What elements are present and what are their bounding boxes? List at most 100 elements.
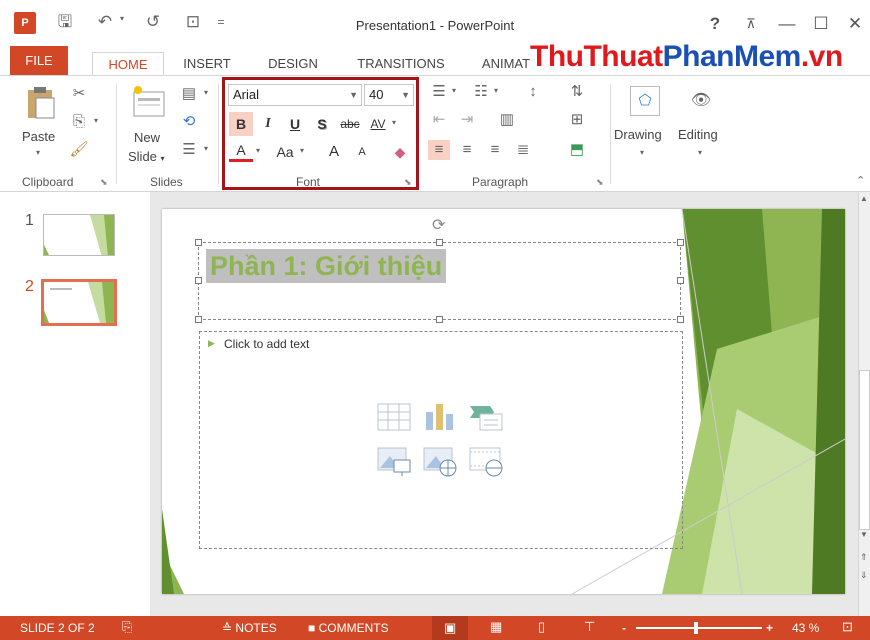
resize-handle[interactable] bbox=[677, 277, 684, 284]
slide-title[interactable]: Phần 1: Giới thiệu bbox=[206, 249, 447, 283]
paragraph-launcher-icon[interactable]: ⬊ bbox=[596, 177, 604, 188]
zoom-in-button[interactable]: + bbox=[766, 621, 773, 635]
scroll-down-icon[interactable]: ▼ bbox=[860, 530, 868, 539]
tab-animations[interactable]: ANIMAT bbox=[476, 52, 536, 76]
smartart-icon[interactable]: ⬒ bbox=[566, 140, 588, 160]
slide-number: 1 bbox=[25, 212, 34, 229]
line-spacing-icon[interactable]: ↕ bbox=[522, 82, 544, 102]
comments-button[interactable]: ■ COMMENTS bbox=[308, 621, 389, 635]
zoom-slider-thumb[interactable] bbox=[694, 622, 698, 634]
increase-indent-icon[interactable]: ⇥ bbox=[456, 110, 478, 130]
resize-handle[interactable] bbox=[677, 316, 684, 323]
bullets-dropdown-icon[interactable]: ▾ bbox=[452, 86, 456, 95]
slide-thumbnails-panel: 1 2 bbox=[0, 192, 150, 616]
clipboard-launcher-icon[interactable]: ⬊ bbox=[100, 177, 108, 188]
zoom-slider-track[interactable] bbox=[636, 627, 762, 629]
current-slide: Phần 1: Giới thiệu ⟳ ▶ Click to add text bbox=[162, 209, 845, 594]
editing-dropdown-icon[interactable]: ▾ bbox=[698, 148, 702, 157]
ribbon-home: Paste ▾ ✂ ⎘ ▾ 🖌 Clipboard ⬊ New Slide ▾ … bbox=[0, 75, 870, 192]
reading-view-icon[interactable]: ▯ bbox=[538, 619, 545, 635]
tab-insert[interactable]: INSERT bbox=[174, 52, 240, 76]
vertical-scrollbar[interactable]: ▲ ▼ ⇑ ⇓ bbox=[858, 192, 870, 616]
resize-handle[interactable] bbox=[436, 239, 443, 246]
maximize-icon[interactable]: ☐ bbox=[806, 12, 836, 36]
status-bar: SLIDE 2 OF 2 ⎘ ≙ NOTES ■ COMMENTS ▣ ▦ ▯ … bbox=[0, 616, 870, 640]
spelling-check-icon[interactable]: ⎘ bbox=[122, 619, 132, 635]
bullets-icon[interactable]: ☰ bbox=[428, 82, 450, 102]
slide-thumbnail-2[interactable] bbox=[41, 279, 117, 326]
normal-view-button[interactable]: ▣ bbox=[432, 616, 468, 640]
scrollbar-thumb[interactable] bbox=[859, 370, 870, 530]
resize-handle[interactable] bbox=[195, 277, 202, 284]
ribbon-display-options-icon[interactable]: ⊼ bbox=[736, 12, 766, 36]
drawing-dropdown-icon[interactable]: ▾ bbox=[640, 148, 644, 157]
clipboard-group-label: Clipboard bbox=[22, 175, 74, 189]
tab-file[interactable]: FILE bbox=[10, 46, 68, 76]
binoculars-icon[interactable]: 👁 bbox=[686, 86, 716, 116]
fit-slide-icon[interactable]: ⊡ bbox=[842, 619, 853, 635]
shapes-icon[interactable]: ⬠ bbox=[630, 86, 660, 116]
copy-dropdown-icon[interactable]: ▾ bbox=[94, 116, 98, 125]
text-direction-icon[interactable]: ⇅ bbox=[566, 82, 588, 102]
content-placeholder-text[interactable]: Click to add text bbox=[224, 337, 309, 351]
resize-handle[interactable] bbox=[195, 316, 202, 323]
align-text-icon[interactable]: ⊞ bbox=[566, 110, 588, 130]
editing-button[interactable]: Editing bbox=[678, 127, 718, 142]
resize-handle[interactable] bbox=[195, 239, 202, 246]
cut-icon[interactable]: ✂ bbox=[68, 84, 90, 104]
previous-slide-icon[interactable]: ⇑ bbox=[860, 552, 868, 563]
insert-online-picture-icon[interactable] bbox=[422, 444, 458, 478]
resize-handle[interactable] bbox=[436, 316, 443, 323]
resize-handle[interactable] bbox=[677, 239, 684, 246]
zoom-level[interactable]: 43 % bbox=[792, 621, 819, 635]
new-slide-button[interactable]: Slide ▾ bbox=[128, 149, 165, 164]
slideshow-view-icon[interactable]: ⊤ bbox=[584, 619, 595, 635]
align-left-icon[interactable]: ≡ bbox=[428, 140, 450, 160]
content-placeholder[interactable]: ▶ Click to add text bbox=[199, 331, 683, 549]
tab-transitions[interactable]: TRANSITIONS bbox=[346, 52, 456, 76]
columns-icon[interactable]: ▥ bbox=[496, 110, 518, 130]
insert-video-icon[interactable] bbox=[468, 444, 504, 478]
paste-icon[interactable] bbox=[22, 86, 58, 122]
minimize-icon[interactable]: — bbox=[772, 12, 802, 36]
section-dropdown-icon[interactable]: ▾ bbox=[204, 144, 208, 153]
paste-button[interactable]: Paste bbox=[22, 129, 55, 144]
reset-icon[interactable]: ⟲ bbox=[178, 112, 200, 132]
zoom-out-button[interactable]: - bbox=[622, 621, 626, 635]
format-painter-icon[interactable]: 🖌 bbox=[68, 140, 90, 160]
scroll-up-icon[interactable]: ▲ bbox=[860, 194, 868, 203]
drawing-button[interactable]: Drawing bbox=[614, 127, 662, 142]
close-icon[interactable]: ✕ bbox=[840, 12, 870, 36]
notes-button[interactable]: ≙ NOTES bbox=[222, 621, 277, 635]
copy-icon[interactable]: ⎘ bbox=[68, 112, 90, 132]
layout-icon[interactable]: ▤ bbox=[178, 84, 200, 104]
decrease-indent-icon[interactable]: ⇤ bbox=[428, 110, 450, 130]
align-center-icon[interactable]: ≡ bbox=[456, 140, 478, 160]
justify-icon[interactable]: ≣ bbox=[512, 140, 534, 160]
tab-design[interactable]: DESIGN bbox=[258, 52, 328, 76]
rotate-handle-icon[interactable]: ⟳ bbox=[432, 215, 445, 235]
normal-view-icon: ▣ bbox=[444, 620, 457, 635]
insert-chart-icon[interactable] bbox=[422, 400, 458, 434]
collapse-ribbon-icon[interactable]: ⌃ bbox=[856, 174, 865, 187]
numbering-icon[interactable]: ☷ bbox=[470, 82, 492, 102]
next-slide-icon[interactable]: ⇓ bbox=[860, 570, 868, 581]
insert-table-icon[interactable] bbox=[376, 400, 412, 434]
slide-number: 2 bbox=[25, 278, 34, 295]
new-slide-icon[interactable] bbox=[130, 84, 166, 120]
slide-sorter-icon[interactable]: ▦ bbox=[490, 619, 502, 635]
align-right-icon[interactable]: ≡ bbox=[484, 140, 506, 160]
title-placeholder[interactable]: Phần 1: Giới thiệu bbox=[198, 242, 681, 320]
numbering-dropdown-icon[interactable]: ▾ bbox=[494, 86, 498, 95]
separator bbox=[610, 84, 611, 184]
section-icon[interactable]: ☰ bbox=[178, 140, 200, 160]
insert-smartart-icon[interactable] bbox=[468, 400, 504, 434]
layout-dropdown-icon[interactable]: ▾ bbox=[204, 88, 208, 97]
slide-thumbnail-1[interactable] bbox=[43, 214, 115, 256]
tab-home[interactable]: HOME bbox=[92, 52, 164, 77]
paste-dropdown-icon[interactable]: ▾ bbox=[36, 148, 40, 157]
help-icon[interactable]: ? bbox=[700, 12, 730, 36]
new-slide-label[interactable]: New bbox=[134, 130, 160, 145]
insert-picture-icon[interactable] bbox=[376, 444, 412, 478]
separator bbox=[218, 84, 219, 184]
